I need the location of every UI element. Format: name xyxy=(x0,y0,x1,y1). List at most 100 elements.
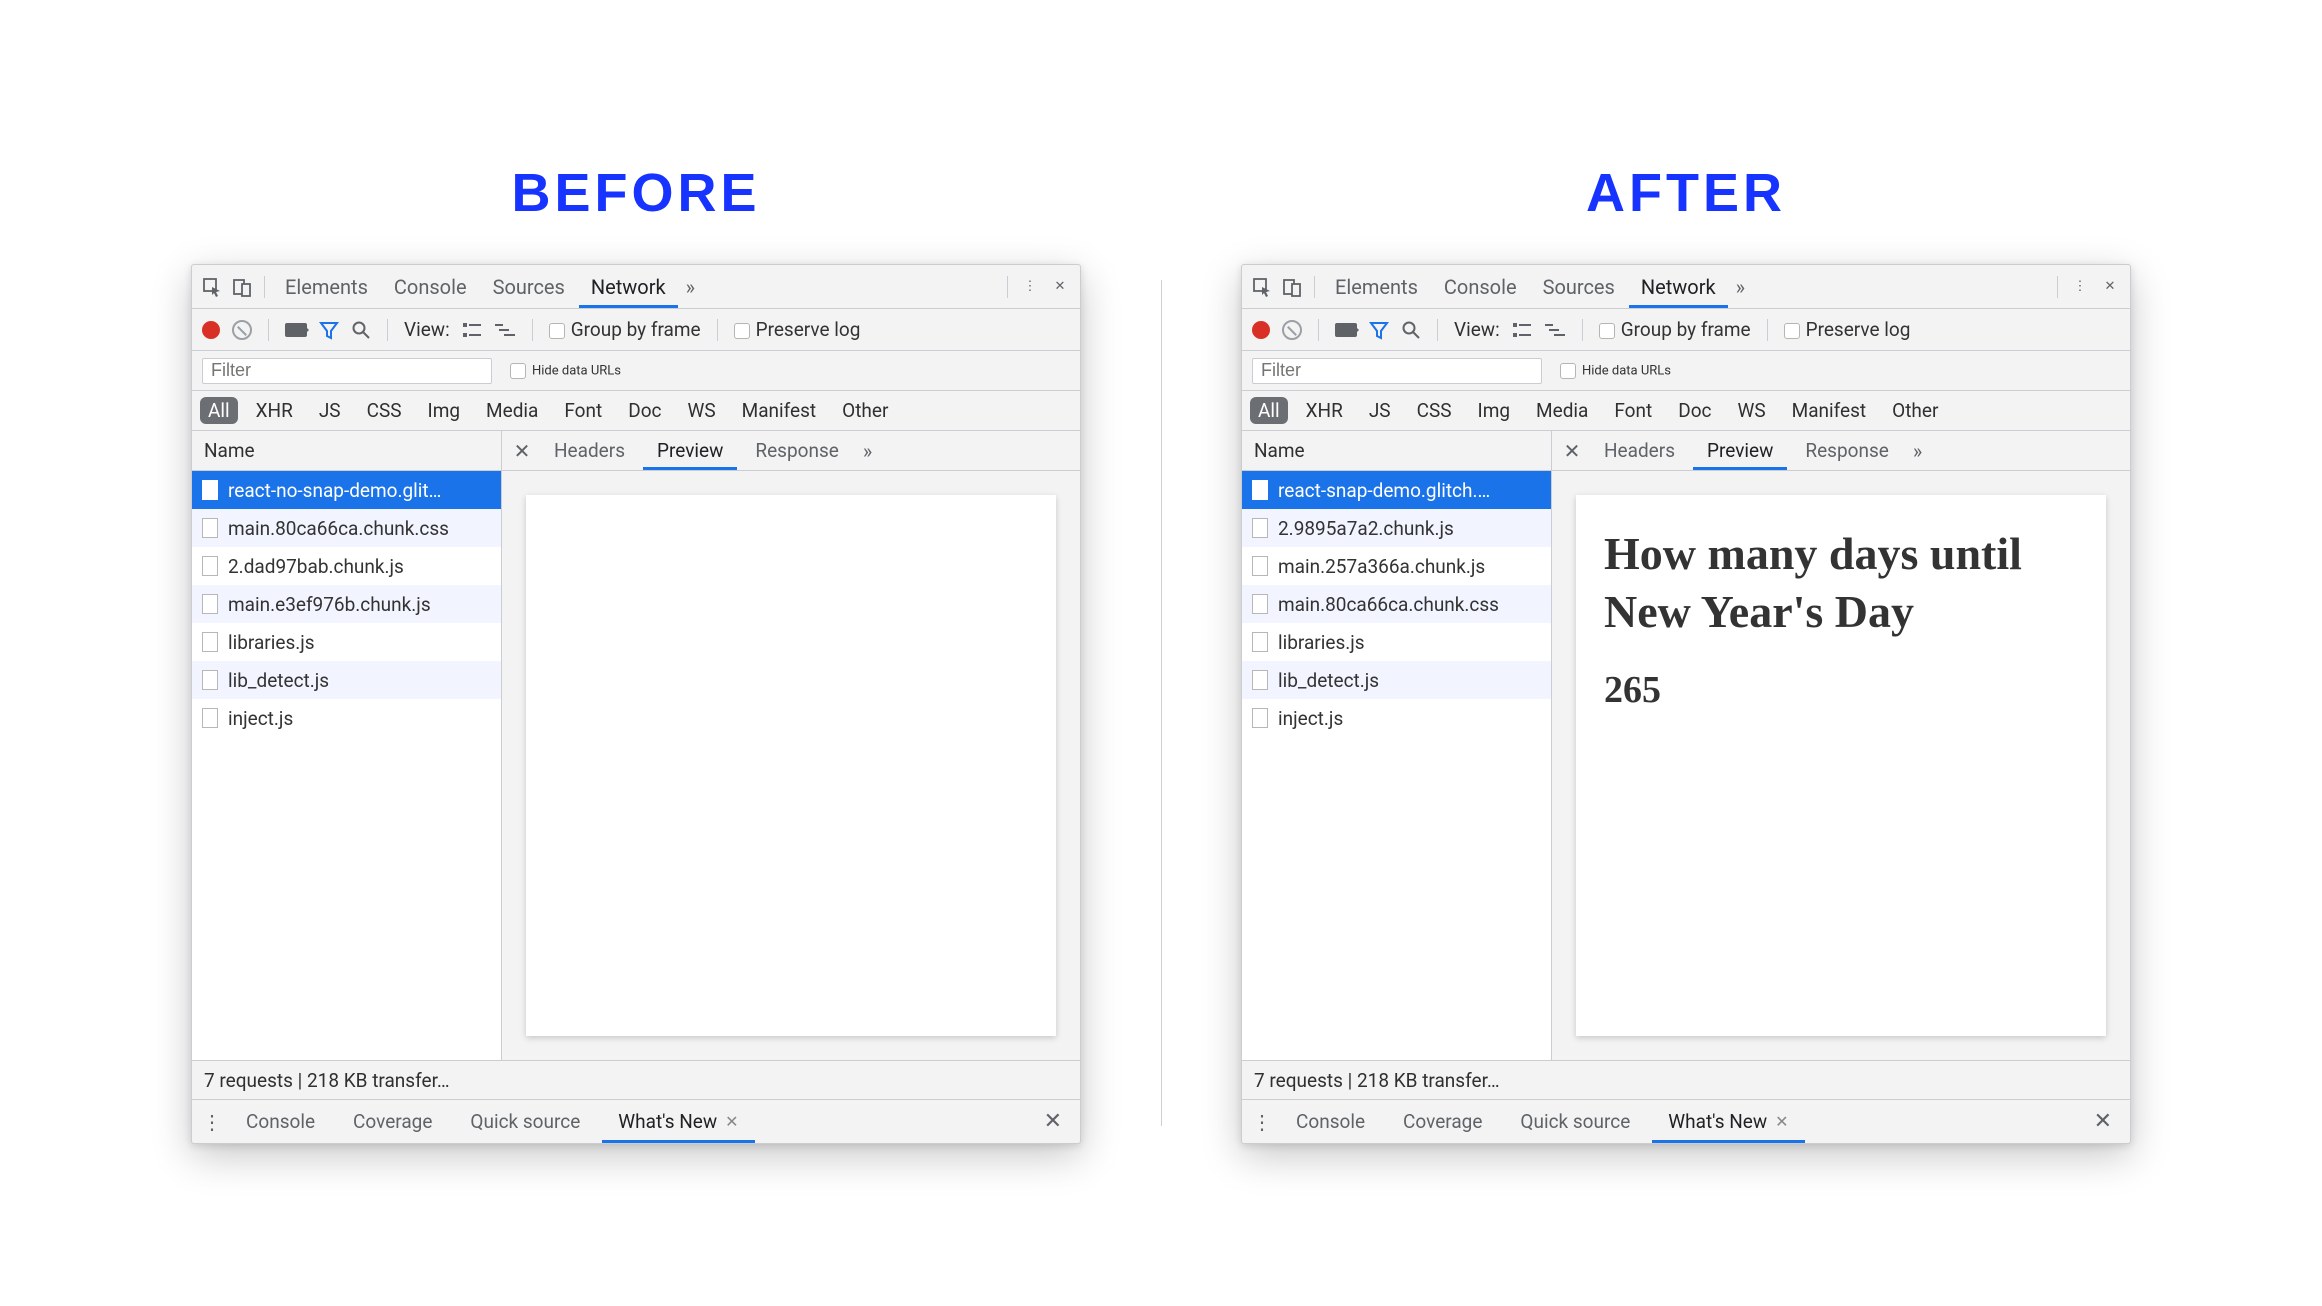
request-row[interactable]: main.e3ef976b.chunk.js xyxy=(192,585,501,623)
detail-tab-headers[interactable]: Headers xyxy=(540,431,639,470)
type-media[interactable]: Media xyxy=(1528,397,1596,424)
request-row[interactable]: main.257a366a.chunk.js xyxy=(1242,547,1551,585)
detail-tab-preview[interactable]: Preview xyxy=(643,431,737,470)
type-img[interactable]: Img xyxy=(420,397,469,424)
close-devtools-icon[interactable]: ✕ xyxy=(2096,273,2124,301)
type-img[interactable]: Img xyxy=(1470,397,1519,424)
type-xhr[interactable]: XHR xyxy=(1298,397,1351,424)
type-js[interactable]: JS xyxy=(1361,397,1399,424)
kebab-menu-icon[interactable]: ⋮ xyxy=(1016,273,1044,301)
preserve-log-checkbox[interactable]: Preserve log xyxy=(1784,318,1911,341)
kebab-menu-icon[interactable]: ⋮ xyxy=(2066,273,2094,301)
type-media[interactable]: Media xyxy=(478,397,546,424)
inspect-element-icon[interactable] xyxy=(198,273,226,301)
more-tabs-icon[interactable]: » xyxy=(1730,275,1751,299)
request-row[interactable]: main.80ca66ca.chunk.css xyxy=(192,509,501,547)
type-js[interactable]: JS xyxy=(311,397,349,424)
clear-icon[interactable] xyxy=(1282,320,1302,340)
detail-more-icon[interactable]: » xyxy=(857,439,878,463)
tab-network[interactable]: Network xyxy=(579,265,678,308)
drawer-tab-quick-source[interactable]: Quick source xyxy=(454,1100,596,1143)
request-row[interactable]: react-snap-demo.glitch.… xyxy=(1242,471,1551,509)
overview-icon[interactable] xyxy=(1544,321,1566,339)
tab-console[interactable]: Console xyxy=(382,265,479,308)
large-rows-icon[interactable] xyxy=(462,321,482,339)
hide-data-urls-checkbox[interactable]: Hide data URLs xyxy=(510,363,621,379)
hide-data-urls-checkbox[interactable]: Hide data URLs xyxy=(1560,363,1671,379)
detail-tab-preview[interactable]: Preview xyxy=(1693,431,1787,470)
request-list-header[interactable]: Name xyxy=(192,431,501,471)
tab-console[interactable]: Console xyxy=(1432,265,1529,308)
type-doc[interactable]: Doc xyxy=(620,397,669,424)
request-row[interactable]: main.80ca66ca.chunk.css xyxy=(1242,585,1551,623)
request-row[interactable]: libraries.js xyxy=(192,623,501,661)
drawer-menu-icon[interactable]: ⋮ xyxy=(1250,1110,1274,1134)
record-icon[interactable] xyxy=(202,321,220,339)
tab-network[interactable]: Network xyxy=(1629,265,1728,308)
search-icon[interactable] xyxy=(351,320,371,340)
type-all[interactable]: All xyxy=(1250,397,1288,424)
drawer-tab-coverage[interactable]: Coverage xyxy=(1387,1100,1498,1143)
tab-sources[interactable]: Sources xyxy=(1531,265,1627,308)
type-css[interactable]: CSS xyxy=(359,397,410,424)
request-row[interactable]: lib_detect.js xyxy=(192,661,501,699)
drawer-close-icon[interactable]: ✕ xyxy=(2084,1109,2122,1134)
device-toolbar-icon[interactable] xyxy=(228,273,256,301)
drawer-tab-quick-source[interactable]: Quick source xyxy=(1504,1100,1646,1143)
type-other[interactable]: Other xyxy=(1884,397,1946,424)
type-other[interactable]: Other xyxy=(834,397,896,424)
close-devtools-icon[interactable]: ✕ xyxy=(1046,273,1074,301)
type-doc[interactable]: Doc xyxy=(1670,397,1719,424)
overview-icon[interactable] xyxy=(494,321,516,339)
drawer-close-icon[interactable]: ✕ xyxy=(1034,1109,1072,1134)
close-tab-icon[interactable]: ✕ xyxy=(725,1112,738,1131)
close-tab-icon[interactable]: ✕ xyxy=(1775,1112,1788,1131)
screenshot-icon[interactable] xyxy=(285,323,307,337)
drawer-tab-whats-new[interactable]: What's New ✕ xyxy=(1652,1100,1804,1143)
request-row[interactable]: 2.dad97bab.chunk.js xyxy=(192,547,501,585)
request-row[interactable]: inject.js xyxy=(192,699,501,737)
type-ws[interactable]: WS xyxy=(1729,397,1773,424)
drawer-tab-console[interactable]: Console xyxy=(230,1100,331,1143)
detail-tab-response[interactable]: Response xyxy=(741,431,852,470)
type-manifest[interactable]: Manifest xyxy=(1784,397,1875,424)
group-by-frame-checkbox[interactable]: Group by frame xyxy=(549,318,701,341)
drawer-tab-whats-new[interactable]: What's New ✕ xyxy=(602,1100,754,1143)
request-row[interactable]: 2.9895a7a2.chunk.js xyxy=(1242,509,1551,547)
more-tabs-icon[interactable]: » xyxy=(680,275,701,299)
type-font[interactable]: Font xyxy=(1606,397,1660,424)
drawer-tab-console[interactable]: Console xyxy=(1280,1100,1381,1143)
tab-sources[interactable]: Sources xyxy=(481,265,577,308)
type-xhr[interactable]: XHR xyxy=(248,397,301,424)
detail-more-icon[interactable]: » xyxy=(1907,439,1928,463)
request-row[interactable]: react-no-snap-demo.glit… xyxy=(192,471,501,509)
device-toolbar-icon[interactable] xyxy=(1278,273,1306,301)
close-detail-icon[interactable]: ✕ xyxy=(1558,439,1586,463)
type-all[interactable]: All xyxy=(200,397,238,424)
type-font[interactable]: Font xyxy=(556,397,610,424)
inspect-element-icon[interactable] xyxy=(1248,273,1276,301)
filter-icon[interactable] xyxy=(1369,320,1389,340)
drawer-menu-icon[interactable]: ⋮ xyxy=(200,1110,224,1134)
detail-tab-response[interactable]: Response xyxy=(1791,431,1902,470)
request-row[interactable]: lib_detect.js xyxy=(1242,661,1551,699)
preserve-log-checkbox[interactable]: Preserve log xyxy=(734,318,861,341)
type-ws[interactable]: WS xyxy=(679,397,723,424)
request-row[interactable]: libraries.js xyxy=(1242,623,1551,661)
request-list-header[interactable]: Name xyxy=(1242,431,1551,471)
screenshot-icon[interactable] xyxy=(1335,323,1357,337)
type-manifest[interactable]: Manifest xyxy=(734,397,825,424)
type-css[interactable]: CSS xyxy=(1409,397,1460,424)
search-icon[interactable] xyxy=(1401,320,1421,340)
record-icon[interactable] xyxy=(1252,321,1270,339)
request-row[interactable]: inject.js xyxy=(1242,699,1551,737)
filter-input[interactable] xyxy=(1252,358,1542,384)
detail-tab-headers[interactable]: Headers xyxy=(1590,431,1689,470)
close-detail-icon[interactable]: ✕ xyxy=(508,439,536,463)
filter-icon[interactable] xyxy=(319,320,339,340)
large-rows-icon[interactable] xyxy=(1512,321,1532,339)
filter-input[interactable] xyxy=(202,358,492,384)
drawer-tab-coverage[interactable]: Coverage xyxy=(337,1100,448,1143)
clear-icon[interactable] xyxy=(232,320,252,340)
tab-elements[interactable]: Elements xyxy=(273,265,380,308)
